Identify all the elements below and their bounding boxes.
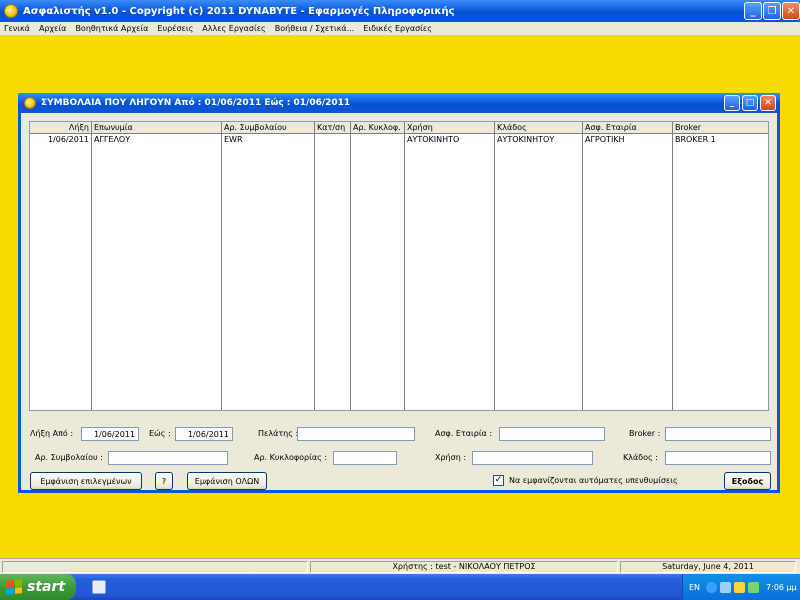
app-title-bar[interactable]: Ασφαλιστής v1.0 - Copyright (c) 2011 DYN…	[0, 0, 800, 22]
col-header-usage[interactable]: Χρήση	[405, 122, 495, 133]
cell-branch: ΑΥΤΟΚΙΝΗΤΟΥ	[495, 134, 583, 145]
menu-item-special-tasks[interactable]: Ειδικές Εργασίες	[363, 24, 432, 33]
window-close-button[interactable]: ✕	[760, 95, 776, 111]
expiry-from-label: Λήξη Από :	[30, 429, 74, 438]
restore-button[interactable]: ❐	[763, 2, 781, 20]
menu-item-aux-files[interactable]: Βοηθητικά Αρχεία	[75, 24, 148, 33]
menu-bar: Γενικά Αρχεία Βοηθητικά Αρχεία Ευρέσεις …	[0, 22, 800, 36]
window-minimize-button[interactable]: _	[724, 95, 740, 111]
close-button[interactable]: ✕	[782, 2, 800, 20]
expiring-policies-window: ΣΥΜΒΟΛΑΙΑ ΠΟΥ ΛΗΓΟΥΝ Από : 01/06/2011 Εώ…	[18, 93, 780, 493]
grid-column-lines	[30, 134, 768, 410]
cell-expiry: 1/06/2011	[30, 134, 92, 145]
col-header-plate[interactable]: Αρ. Κυκλοφ.	[351, 122, 405, 133]
show-selected-button[interactable]: Εμφάνιση επιλεγμένων	[30, 472, 142, 490]
col-header-broker[interactable]: Broker	[673, 122, 768, 133]
broker-label: Broker :	[629, 429, 661, 438]
windows-logo-icon	[6, 579, 22, 595]
policy-number-label: Αρ. Συμβολαίου :	[35, 453, 103, 462]
menu-item-help[interactable]: Βοήθεια / Σχετικά...	[275, 24, 355, 33]
status-panel-empty	[2, 561, 308, 573]
expiry-to-label: Εώς :	[149, 429, 171, 438]
cell-policy: EWR	[222, 134, 315, 145]
col-header-policy[interactable]: Αρ. Συμβολαίου	[222, 122, 315, 133]
expiry-from-field[interactable]: 1/06/2011	[81, 427, 139, 441]
branch-field[interactable]	[665, 451, 771, 465]
expiry-to-field[interactable]: 1/06/2011	[175, 427, 233, 441]
status-date: Saturday, June 4, 2011	[620, 561, 796, 573]
app-title: Ασφαλιστής v1.0 - Copyright (c) 2011 DYN…	[23, 5, 455, 17]
language-indicator[interactable]: EN	[689, 583, 700, 592]
usage-field[interactable]	[472, 451, 593, 465]
grid-header: Λήξη Επωνυμία Αρ. Συμβολαίου Κατ/ση Αρ. …	[30, 122, 768, 134]
tray-app-icon[interactable]	[734, 581, 746, 593]
window-logo-icon	[24, 97, 36, 109]
col-header-category[interactable]: Κατ/ση	[315, 122, 351, 133]
tray-network-icon[interactable]	[720, 581, 732, 593]
cell-category	[315, 134, 351, 145]
cell-name: ΑΓΓΕΛΟΥ	[92, 134, 222, 145]
system-tray: EN 7:06 μμ	[682, 574, 800, 600]
tray-arrow-icon[interactable]	[706, 581, 718, 593]
tray-security-icon[interactable]	[748, 581, 760, 593]
start-label: start	[27, 579, 66, 595]
policy-number-field[interactable]	[108, 451, 228, 465]
menu-item-general[interactable]: Γενικά	[4, 24, 30, 33]
window-maximize-button[interactable]: □	[742, 95, 758, 111]
policies-grid[interactable]: Λήξη Επωνυμία Αρ. Συμβολαίου Κατ/ση Αρ. …	[29, 121, 769, 411]
table-row[interactable]: 1/06/2011 ΑΓΓΕΛΟΥ EWR ΑΥΤΟΚΙΝΗΤΟ ΑΥΤΟΚΙΝ…	[30, 134, 768, 145]
reminders-checkbox-label: Να εμφανίζονται αυτόματες υπενθυμίσεις	[509, 476, 678, 485]
col-header-company[interactable]: Ασφ. Εταιρία	[583, 122, 673, 133]
company-label: Ασφ. Εταιρία :	[435, 429, 493, 438]
start-button[interactable]: start	[0, 574, 76, 600]
quick-launch-icon[interactable]	[92, 580, 106, 594]
exit-button[interactable]: Εξοδος	[724, 472, 771, 490]
status-bar: Χρήστης : test - ΝΙΚΟΛΑΟΥ ΠΕΤΡΟΣ Saturda…	[0, 558, 800, 574]
menu-item-files[interactable]: Αρχεία	[39, 24, 66, 33]
clock[interactable]: 7:06 μμ	[766, 583, 797, 592]
broker-field[interactable]	[665, 427, 771, 441]
col-header-expiry[interactable]: Λήξη	[30, 122, 92, 133]
cell-usage: ΑΥΤΟΚΙΝΗΤΟ	[405, 134, 495, 145]
help-key-icon[interactable]: ?	[155, 472, 173, 490]
app-logo-icon	[4, 4, 18, 18]
taskbar: start EN 7:06 μμ	[0, 574, 800, 600]
window-title-bar[interactable]: ΣΥΜΒΟΛΑΙΑ ΠΟΥ ΛΗΓΟΥΝ Από : 01/06/2011 Εώ…	[18, 93, 780, 113]
cell-company: ΑΓΡΟΤΙΚΗ	[583, 134, 673, 145]
client-field[interactable]	[297, 427, 415, 441]
window-title: ΣΥΜΒΟΛΑΙΑ ΠΟΥ ΛΗΓΟΥΝ Από : 01/06/2011 Εώ…	[41, 98, 351, 108]
status-user: Χρήστης : test - ΝΙΚΟΛΑΟΥ ΠΕΤΡΟΣ	[310, 561, 618, 573]
plate-label: Αρ. Κυκλοφορίας :	[254, 453, 328, 462]
cell-broker: BROKER 1	[675, 135, 716, 144]
minimize-button[interactable]: _	[744, 2, 762, 20]
menu-item-search[interactable]: Ευρέσεις	[157, 24, 193, 33]
reminders-checkbox[interactable]: ✓	[493, 475, 504, 486]
menu-item-other-tasks[interactable]: Αλλες Εργασίες	[202, 24, 265, 33]
show-all-button[interactable]: Εμφάνιση ΟΛΩΝ	[187, 472, 267, 490]
cell-plate	[351, 134, 405, 145]
col-header-branch[interactable]: Κλάδος	[495, 122, 583, 133]
usage-label: Χρήση :	[435, 453, 467, 462]
branch-label: Κλάδος :	[623, 453, 658, 462]
col-header-name[interactable]: Επωνυμία	[92, 122, 222, 133]
plate-field[interactable]	[333, 451, 397, 465]
client-label: Πελάτης :	[258, 429, 299, 438]
company-field[interactable]	[499, 427, 605, 441]
